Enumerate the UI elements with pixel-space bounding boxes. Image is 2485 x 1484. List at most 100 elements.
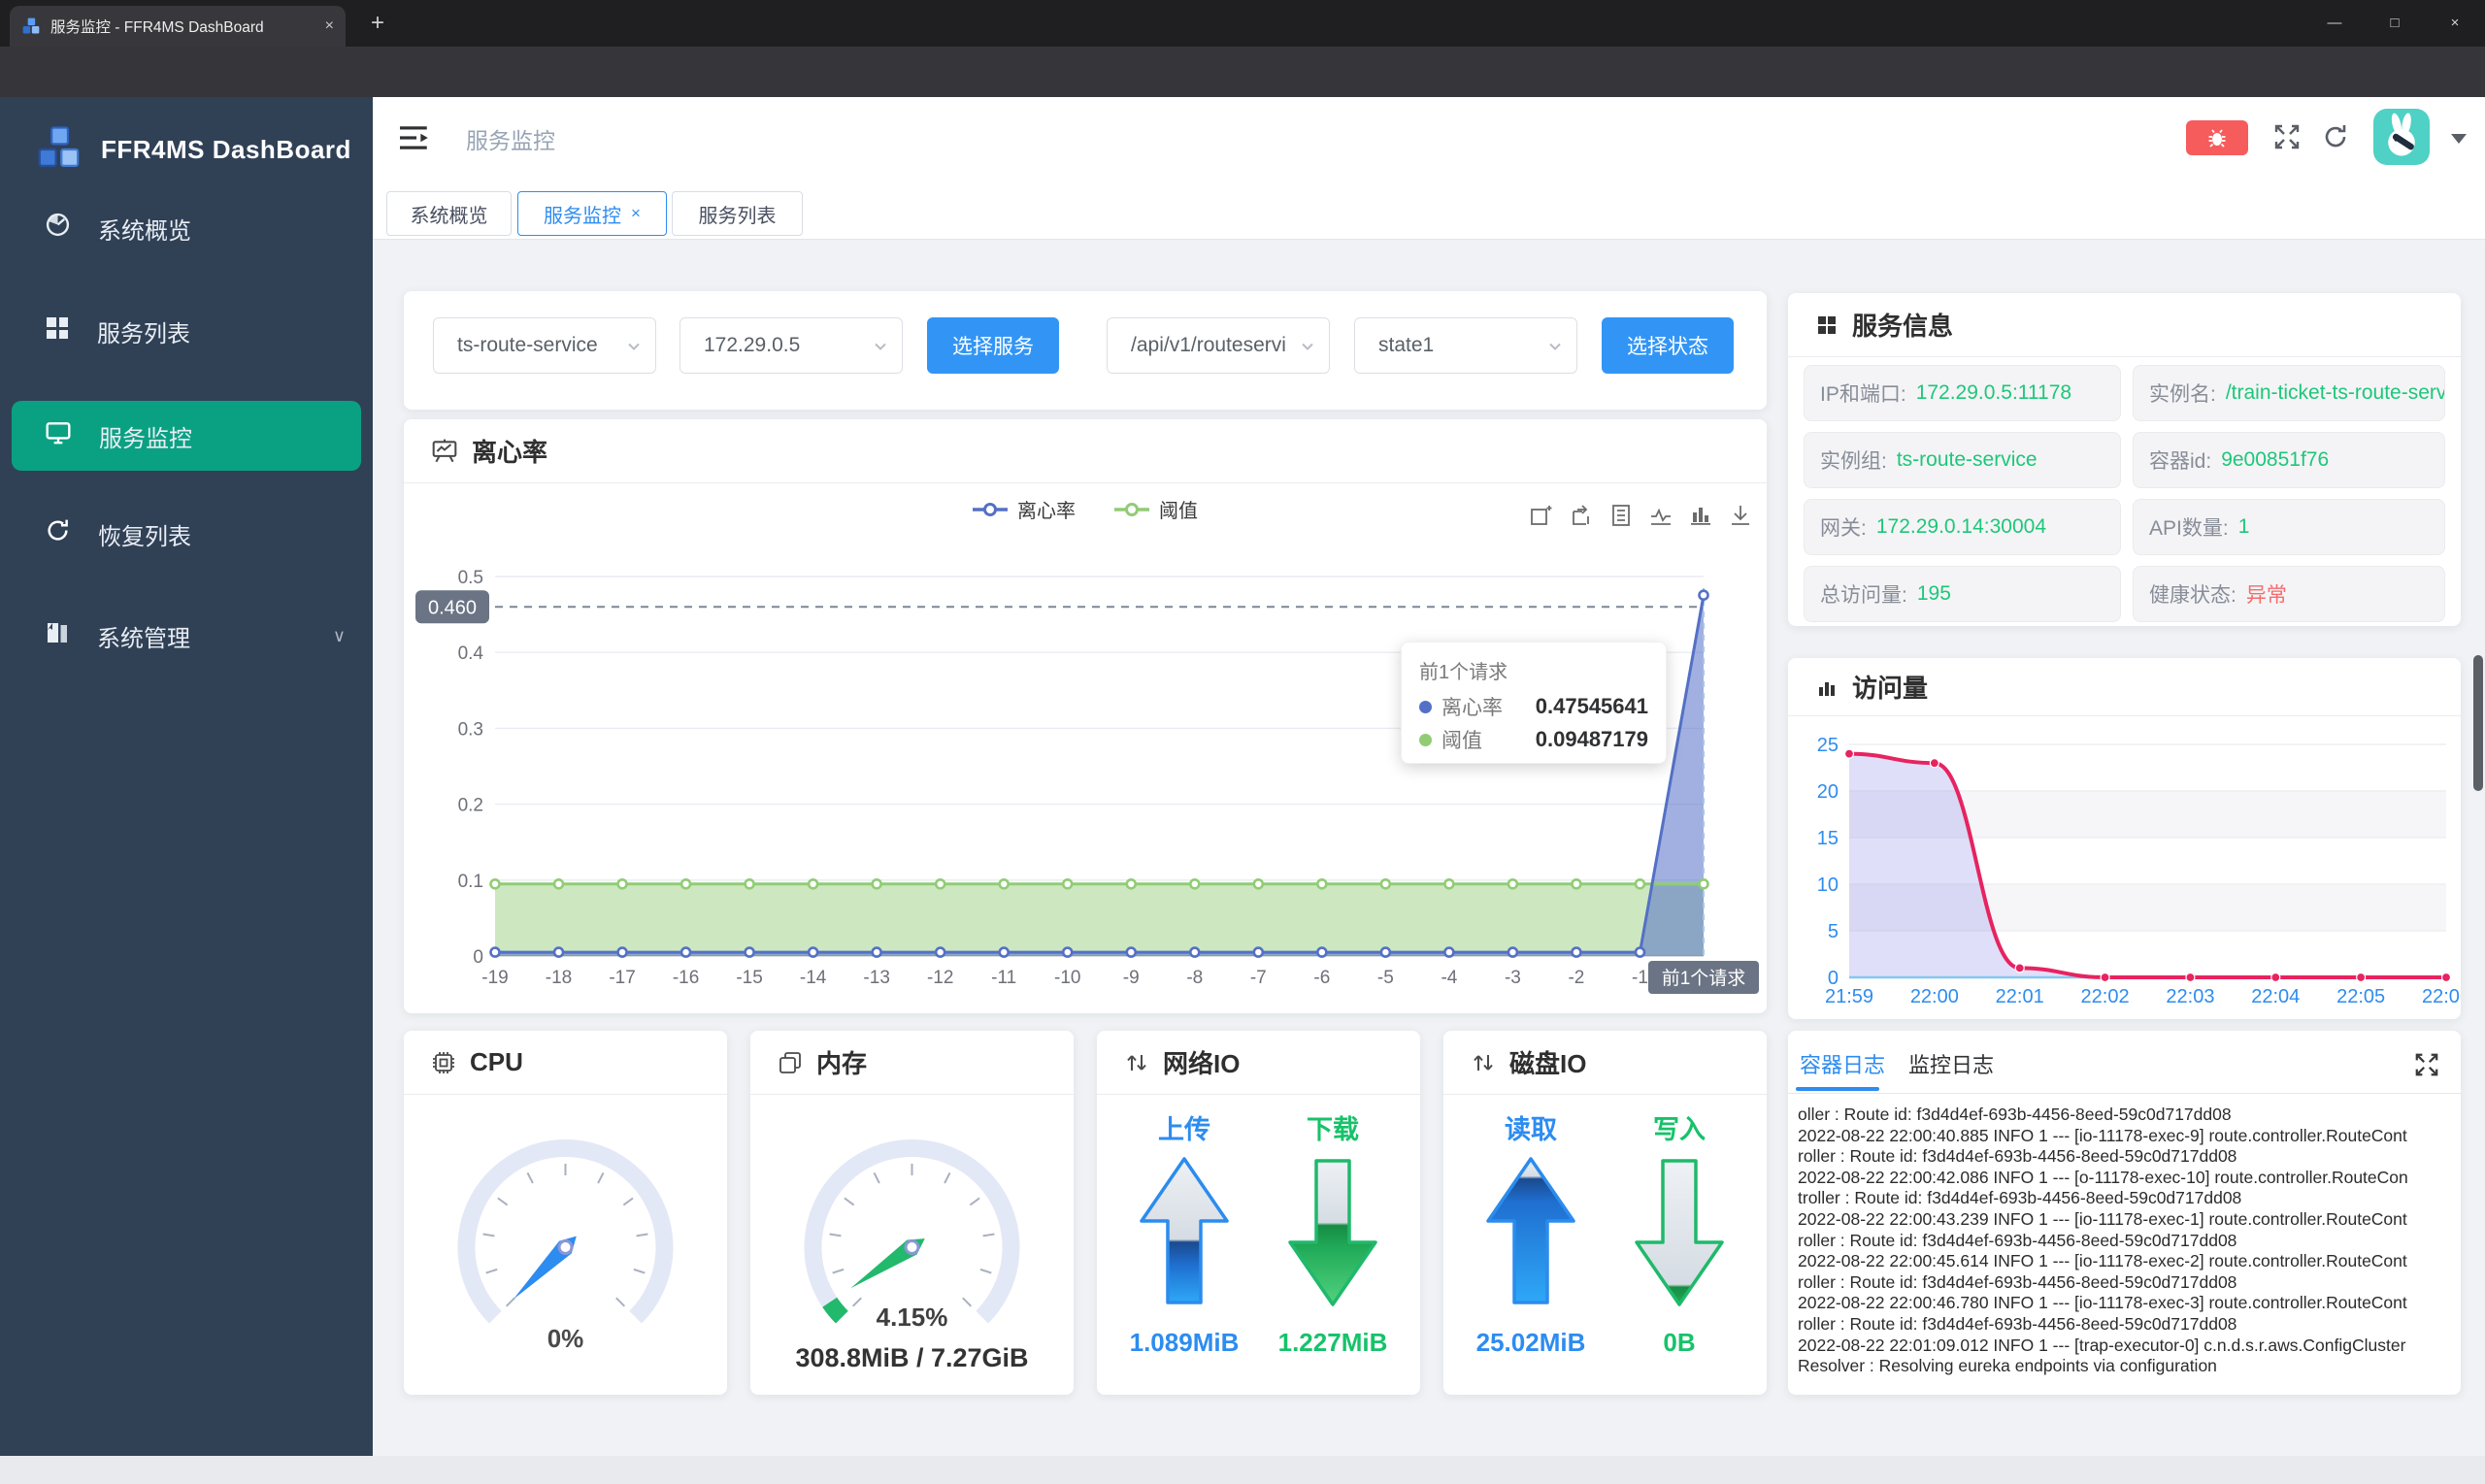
tag-1[interactable]: 系统概览	[386, 191, 512, 236]
sidebar-item-label: 服务列表	[97, 320, 190, 347]
breadcrumb[interactable]: 服务监控	[466, 122, 555, 155]
refresh-icon[interactable]	[2322, 123, 2349, 150]
tab-container-logs[interactable]: 容器日志	[1800, 1048, 1885, 1079]
filter-card: ts-route-service 172.29.0.5 选择服务 /api/v1…	[404, 291, 1767, 410]
svg-text:-11: -11	[991, 968, 1016, 988]
avatar-dropdown-caret[interactable]	[2451, 134, 2467, 144]
api-select[interactable]: /api/v1/routeservic	[1107, 317, 1330, 374]
state-select[interactable]: state1	[1354, 317, 1577, 374]
bug-report-button[interactable]	[2186, 120, 2248, 155]
network-io-card: 网络IO 上传 下载 1.089MiB 1.227MiB	[1097, 1031, 1420, 1395]
tag-3[interactable]: 服务列表	[672, 191, 803, 236]
svg-text:22:05: 22:05	[2336, 986, 2385, 1007]
svg-text:15: 15	[1817, 828, 1839, 849]
info-value: 172.29.0.5:11178	[1915, 381, 2072, 404]
tag-label: 系统概览	[410, 205, 488, 227]
svg-text:-19: -19	[481, 968, 508, 988]
svg-text:-15: -15	[736, 968, 762, 988]
svg-text:0.2: 0.2	[458, 796, 483, 816]
svg-text:22:04: 22:04	[2251, 986, 2300, 1007]
info-label: 实例名:	[2149, 383, 2216, 406]
info-value: 1	[2237, 515, 2250, 538]
svg-text:-9: -9	[1123, 968, 1140, 988]
log-line: troller : Route id: f3d4d4ef-693b-4456-8…	[1798, 1188, 2242, 1208]
sidebar-item-2[interactable]: 服务列表	[0, 296, 373, 366]
svg-text:0.5: 0.5	[458, 568, 483, 588]
download-value: 1.227MiB	[1277, 1328, 1388, 1357]
sidebar-item-3[interactable]: 服务监控	[12, 401, 361, 471]
fullscreen-icon[interactable]	[2273, 123, 2301, 150]
svg-text:-12: -12	[927, 968, 953, 988]
ip-select[interactable]: 172.29.0.5	[679, 317, 903, 374]
new-tab-button[interactable]: +	[371, 8, 384, 39]
sidebar-item-1[interactable]: 系统概览	[0, 193, 373, 263]
info-value: ts-route-service	[1896, 448, 2038, 471]
memory-detail: 308.8MiB / 7.27GiB	[795, 1343, 1029, 1372]
tab-close-icon[interactable]: ×	[325, 17, 334, 35]
window-close-button[interactable]: ×	[2425, 0, 2485, 47]
service-select[interactable]: ts-route-service	[433, 317, 656, 374]
upload-value: 1.089MiB	[1129, 1328, 1240, 1357]
recovery-list-icon	[45, 517, 71, 550]
service-list-icon	[45, 315, 70, 347]
logs-tab-underline	[1796, 1087, 1879, 1091]
app-logo-icon	[38, 126, 80, 167]
svg-text:10: 10	[1817, 874, 1839, 896]
service-info-header: 服务信息	[1788, 293, 2461, 357]
info-label: API数量:	[2149, 517, 2229, 540]
log-lines[interactable]: oller : Route id: f3d4d4ef-693b-4456-8ee…	[1798, 1105, 2455, 1377]
hamburger-icon[interactable]	[400, 124, 431, 151]
svg-text:5: 5	[1828, 921, 1839, 942]
svg-text:-14: -14	[800, 968, 827, 988]
select-state-button[interactable]: 选择状态	[1602, 317, 1734, 374]
visits-chart-canvas[interactable]: 051015202521:59 22:00 22:01 22:02 22:03 22:04…	[1788, 658, 2461, 1019]
select-service-button[interactable]: 选择服务	[927, 317, 1059, 374]
logs-divider	[1788, 1093, 2461, 1094]
svg-text:-4: -4	[1441, 968, 1457, 988]
vertical-scrollbar-thumb[interactable]	[2473, 655, 2483, 791]
window-controls: — □ ×	[2304, 0, 2485, 47]
window-maximize-button[interactable]: □	[2365, 0, 2425, 47]
monitor-icon	[45, 419, 72, 453]
system-admin-icon	[45, 620, 70, 652]
sidebar-item-label: 服务监控	[99, 425, 192, 452]
memory-gauge-canvas	[804, 1139, 1020, 1324]
info-label: 总访问量:	[1820, 584, 1907, 607]
tag-close-icon[interactable]: ×	[631, 204, 641, 223]
logs-fullscreen-icon[interactable]	[2414, 1052, 2439, 1077]
visits-card: 访问量 0 5 10 15 20 25 21:59 22:00 22:01 22:02 22:03 2…	[1788, 658, 2461, 1019]
info-field-2: 实例名: /train-ticket-ts-route-service-1	[2133, 365, 2445, 421]
info-value: 172.29.0.14:30004	[1875, 515, 2047, 538]
window-minimize-button[interactable]: —	[2304, 0, 2365, 47]
info-value: 异常	[2245, 584, 2287, 607]
user-avatar[interactable]	[2373, 109, 2430, 165]
tab-monitor-logs[interactable]: 监控日志	[1908, 1048, 1994, 1079]
tag-2[interactable]: 服务监控 ×	[517, 191, 667, 236]
log-line: Resolver : Resolving eureka endpoints vi…	[1798, 1356, 2217, 1376]
rabbit-avatar-icon	[2388, 113, 2415, 156]
svg-text:-3: -3	[1505, 968, 1521, 988]
svg-text:20: 20	[1817, 781, 1839, 803]
sidebar: FFR4MS DashBoard 系统概览服务列表服务监控恢复列表系统管理 ∨	[0, 97, 373, 1456]
horizontal-scrollbar-track[interactable]	[0, 1456, 2485, 1484]
sidebar-item-4[interactable]: 恢复列表	[0, 499, 373, 569]
browser-tab[interactable]: 服务监控 - FFR4MS DashBoard ×	[10, 6, 346, 47]
info-value: 195	[1916, 582, 1951, 605]
app-logo[interactable]: FFR4MS DashBoard	[0, 118, 373, 181]
svg-text:0.4: 0.4	[458, 643, 484, 664]
svg-text:-13: -13	[863, 968, 889, 988]
cpu-value: 0%	[547, 1324, 584, 1353]
svg-text:-17: -17	[609, 968, 635, 988]
log-line: 2022-08-22 22:00:42.086 INFO 1 --- [o-11…	[1798, 1167, 2408, 1187]
eccentricity-tooltip: 前1个请求 离心率 0.47545641 阈值 0.09487179	[1401, 642, 1667, 764]
sidebar-item-5[interactable]: 系统管理 ∨	[0, 601, 373, 671]
log-line: roller : Route id: f3d4d4ef-693b-4456-8e…	[1798, 1230, 2237, 1250]
cpu-card: CPU 0%	[404, 1031, 727, 1395]
write-value: 0B	[1663, 1328, 1696, 1357]
tag-label: 服务监控	[544, 205, 622, 227]
service-info-title: 服务信息	[1852, 312, 1954, 341]
info-label: IP和端口:	[1820, 383, 1906, 406]
svg-text:22:00: 22:00	[1910, 986, 1959, 1007]
svg-text:-5: -5	[1377, 968, 1394, 988]
svg-text:25: 25	[1817, 735, 1839, 756]
